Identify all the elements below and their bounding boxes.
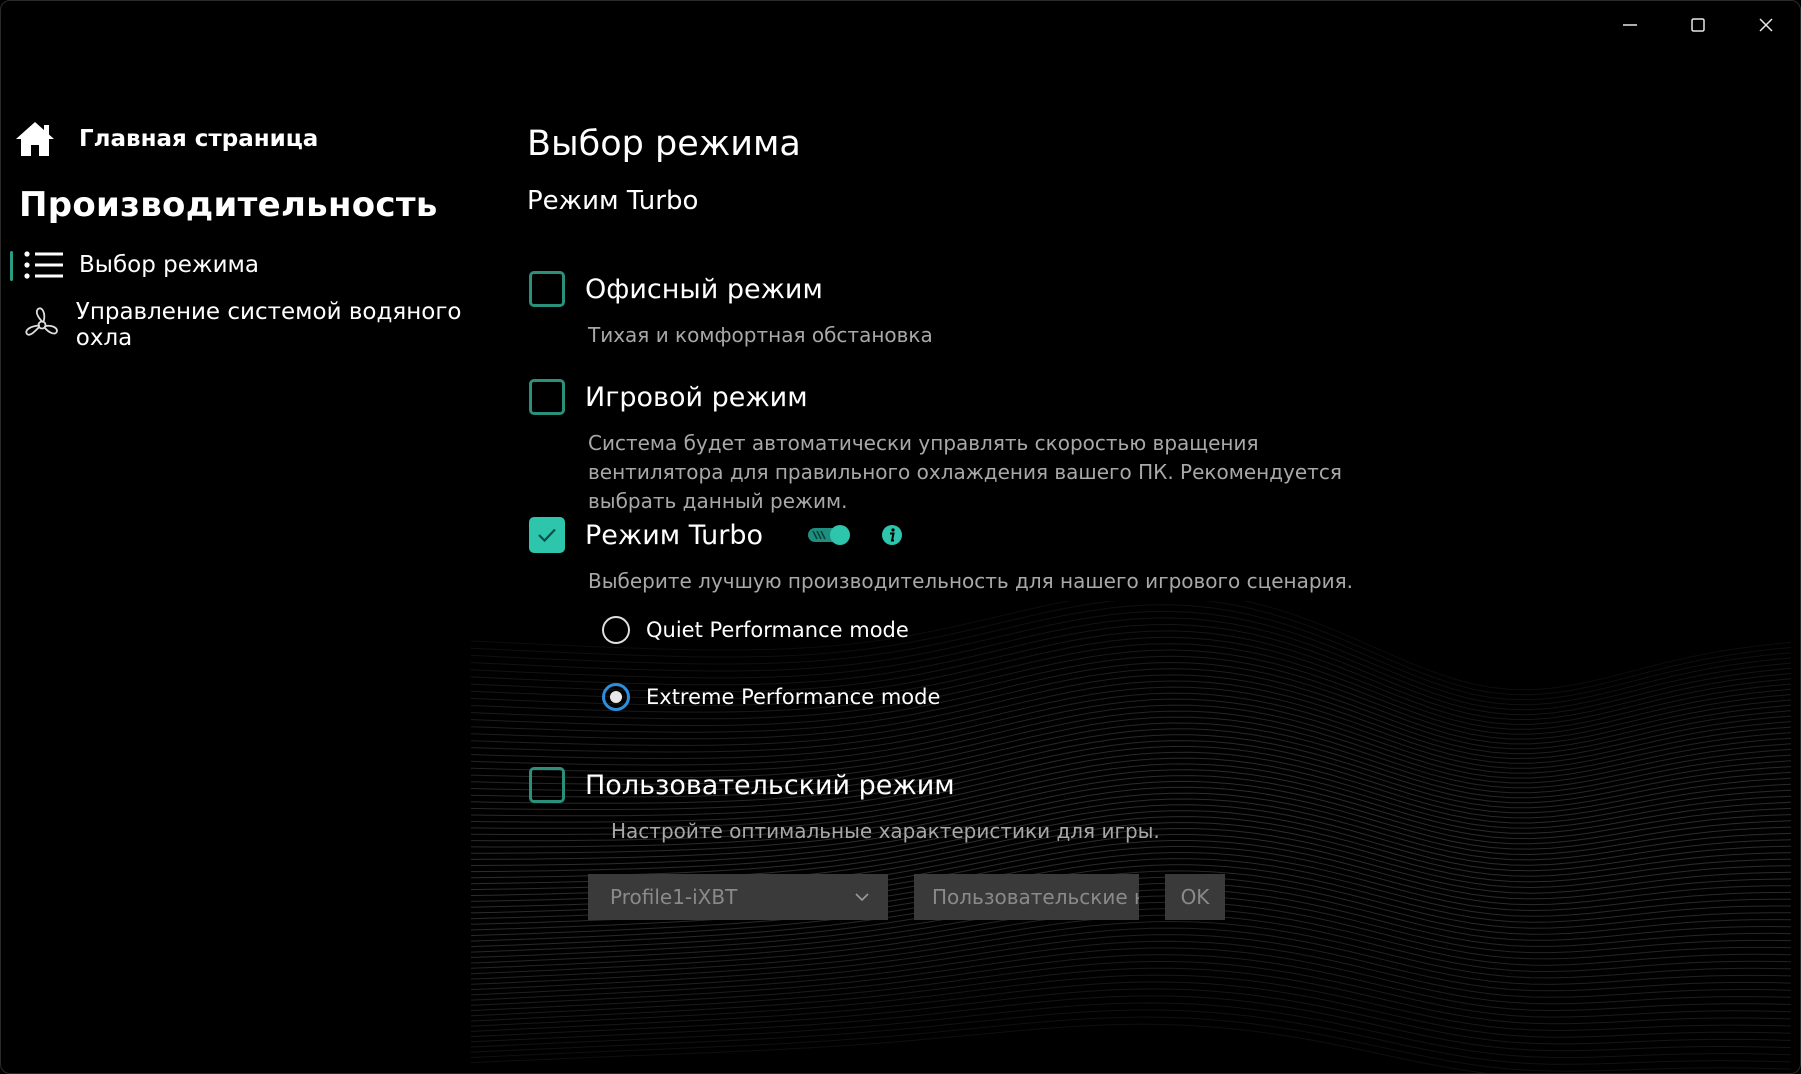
fan-icon xyxy=(25,307,59,336)
custom-mode-checkbox[interactable] xyxy=(529,767,565,803)
wave-line xyxy=(471,1016,1792,1072)
mode-custom: Пользовательский режим Настройте оптимал… xyxy=(527,763,1160,846)
profile-dropdown[interactable]: Profile1-iXBT xyxy=(588,874,888,920)
custom-settings-button[interactable]: Пользовательские на xyxy=(914,874,1139,920)
sidebar-item-label: Выбор режима xyxy=(79,252,259,278)
extreme-performance-radio[interactable] xyxy=(602,683,630,711)
active-indicator xyxy=(10,251,13,281)
home-icon xyxy=(16,122,54,156)
custom-controls: Profile1-iXBT Пользовательские на OK xyxy=(588,874,1225,920)
mode-office: Офисный режим Тихая и комфортная обстано… xyxy=(527,267,933,350)
mode-gaming: Игровой режим Система будет автоматическ… xyxy=(527,375,1347,516)
maximize-icon xyxy=(1691,18,1705,32)
office-mode-checkbox[interactable] xyxy=(529,271,565,307)
home-label: Главная страница xyxy=(79,126,319,152)
close-icon xyxy=(1759,18,1773,32)
info-icon[interactable] xyxy=(881,524,903,546)
mode-description: Выберите лучшую производительность для н… xyxy=(588,569,1353,593)
radio-label: Quiet Performance mode xyxy=(646,618,909,642)
radio-extreme-performance[interactable]: Extreme Performance mode xyxy=(602,677,1353,717)
mode-description: Тихая и комфортная обстановка xyxy=(588,323,933,347)
mode-title: Режим Turbo xyxy=(585,519,763,551)
wave-line xyxy=(471,1009,1792,1065)
mode-title: Пользовательский режим xyxy=(585,769,955,801)
page-title: Выбор режима xyxy=(527,124,801,164)
current-mode-subtitle: Режим Turbo xyxy=(527,186,699,216)
radio-label: Extreme Performance mode xyxy=(646,685,941,709)
sidebar-item-mode-select[interactable]: Выбор режима xyxy=(1,237,491,293)
maximize-button[interactable] xyxy=(1664,1,1732,49)
close-button[interactable] xyxy=(1732,1,1800,49)
list-icon xyxy=(24,251,63,279)
mode-description: Система будет автоматически управлять ск… xyxy=(588,431,1342,513)
sidebar-home[interactable]: Главная страница xyxy=(1,111,491,167)
mode-description: Настройте оптимальные характеристики для… xyxy=(611,819,1160,843)
turbo-toggle[interactable] xyxy=(807,524,853,546)
turbo-mode-checkbox[interactable] xyxy=(529,517,565,553)
wave-line xyxy=(471,920,1792,985)
quiet-performance-radio[interactable] xyxy=(602,616,630,644)
minimize-icon xyxy=(1623,24,1637,26)
ok-button[interactable]: OK xyxy=(1165,874,1225,920)
mode-turbo: Режим Turbo Выберите лучшую производител… xyxy=(527,513,1353,717)
app-window: Главная страница Производительность Выбо… xyxy=(0,0,1801,1074)
sidebar-item-water-cooling[interactable]: Управление системой водяного охла xyxy=(1,297,491,353)
section-title: Производительность xyxy=(19,185,438,225)
chevron-down-icon xyxy=(855,893,869,902)
mode-title: Игровой режим xyxy=(585,381,808,413)
check-icon xyxy=(538,528,556,543)
wave-line xyxy=(471,914,1792,980)
minimize-button[interactable] xyxy=(1596,1,1664,49)
titlebar-controls xyxy=(1596,1,1800,49)
gaming-mode-checkbox[interactable] xyxy=(529,379,565,415)
mode-title: Офисный режим xyxy=(585,273,823,305)
sidebar-item-label: Управление системой водяного охла xyxy=(75,299,462,351)
main-panel: Выбор режима Режим Turbo Офисный режим Т… xyxy=(527,119,1760,920)
radio-quiet-performance[interactable]: Quiet Performance mode xyxy=(602,610,1353,650)
sidebar: Главная страница Производительность Выбо… xyxy=(1,111,491,353)
profile-value: Profile1-iXBT xyxy=(610,885,738,909)
